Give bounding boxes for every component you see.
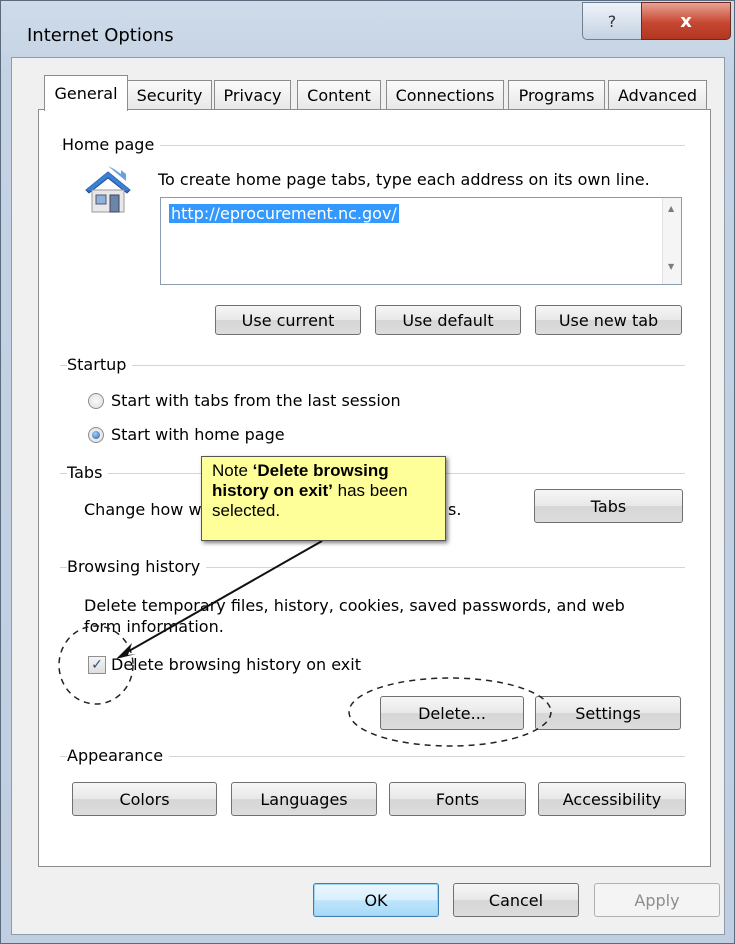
checkmark-icon: ✓ [91,657,103,673]
use-current-button[interactable]: Use current [215,305,361,335]
browsing-history-description-2: form information. [84,617,224,636]
tab-general[interactable]: General [44,75,128,111]
browsing-history-group-label: Browsing history [67,557,207,576]
delete-on-exit-checkbox[interactable]: ✓ [88,656,106,674]
fonts-button[interactable]: Fonts [389,782,526,816]
help-button[interactable]: ? [582,2,642,40]
use-default-button[interactable]: Use default [375,305,521,335]
use-new-tab-button[interactable]: Use new tab [535,305,682,335]
home-page-instruction: To create home page tabs, type each addr… [158,170,650,189]
tab-advanced[interactable]: Advanced [608,80,707,110]
window-title: Internet Options [27,25,174,46]
help-icon: ? [607,11,617,31]
cancel-button[interactable]: Cancel [453,883,579,917]
startup-divider [60,365,685,366]
accessibility-button[interactable]: Accessibility [538,782,686,816]
home-page-group-label: Home page [62,135,161,154]
address-scrollbar[interactable]: ▲ ▼ [662,198,681,284]
tabs-settings-button[interactable]: Tabs [534,489,683,523]
history-settings-button[interactable]: Settings [535,696,681,730]
tabs-description-end: s. [448,500,462,519]
ok-button[interactable]: OK [313,883,439,917]
startup-group-label: Startup [67,355,133,374]
radio-last-session[interactable] [88,393,104,409]
scroll-down-icon[interactable]: ▼ [668,262,674,271]
tabs-description-start: Change how w [84,500,202,519]
delete-button[interactable]: Delete... [380,696,524,730]
browsing-history-description-1: Delete temporary files, history, cookies… [84,596,625,615]
tab-privacy[interactable]: Privacy [214,80,291,110]
tab-programs[interactable]: Programs [508,80,605,110]
tab-security[interactable]: Security [127,80,212,110]
scroll-up-icon[interactable]: ▲ [668,204,674,213]
radio-home-page-label: Start with home page [111,425,285,444]
close-button[interactable]: x [641,2,731,40]
note-prefix: Note [212,461,253,480]
tab-connections[interactable]: Connections [386,80,504,110]
radio-last-session-label: Start with tabs from the last session [111,391,401,410]
tab-content[interactable]: Content [297,80,381,110]
colors-button[interactable]: Colors [72,782,217,816]
appearance-group-label: Appearance [67,746,170,765]
delete-on-exit-label: Delete browsing history on exit [111,655,361,674]
languages-button[interactable]: Languages [231,782,377,816]
tabs-group-label: Tabs [67,463,109,482]
close-icon: x [680,10,692,32]
note-callout: Note ‘Delete browsing history on exit’ h… [201,456,446,541]
radio-home-page[interactable] [88,427,104,443]
apply-button[interactable]: Apply [594,883,720,917]
house-icon [85,166,131,213]
home-page-address-box[interactable]: http://eprocurement.nc.gov/ ▲ ▼ [160,197,682,285]
home-page-address-text[interactable]: http://eprocurement.nc.gov/ [169,204,399,223]
